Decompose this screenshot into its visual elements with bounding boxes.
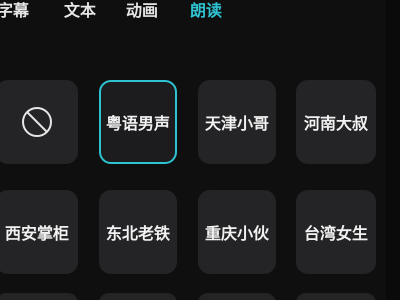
tab-text[interactable]: 文本: [64, 0, 96, 24]
text-voice-panel: 字幕 文本 动画 朗读 粤语男声 天津小哥 河南大叔 西安掌柜 东北老铁 重庆小…: [0, 0, 400, 300]
prohibited-icon: [22, 107, 52, 137]
voice-cantonese-male-tile[interactable]: 粤语男声: [99, 80, 177, 164]
tab-subtitles[interactable]: 字幕: [0, 0, 29, 24]
voice-northeast-buddy-tile[interactable]: 东北老铁: [99, 190, 177, 274]
voice-xian-shopkeeper-tile[interactable]: 西安掌柜: [0, 190, 78, 274]
voice-tile-partial[interactable]: [198, 293, 276, 300]
voice-label: 重庆小伙: [204, 224, 269, 243]
voice-label: 河南大叔: [303, 114, 368, 133]
voice-label: 台湾女生: [303, 224, 368, 243]
voice-taiwan-girl-tile[interactable]: 台湾女生: [296, 190, 376, 274]
voice-tile-partial[interactable]: [0, 293, 78, 300]
panel-edge: [386, 0, 400, 300]
tab-bar: 字幕 文本 动画 朗读: [0, 0, 400, 30]
tab-read-aloud[interactable]: 朗读: [190, 0, 222, 24]
voice-tile-partial[interactable]: [99, 293, 177, 300]
voice-label: 天津小哥: [204, 114, 269, 133]
voice-tianjin-guy-tile[interactable]: 天津小哥: [198, 80, 276, 164]
voice-label: 粤语男声: [105, 114, 170, 133]
voice-label: 东北老铁: [105, 224, 170, 243]
voice-tile-partial[interactable]: [296, 293, 376, 300]
voice-chongqing-guy-tile[interactable]: 重庆小伙: [198, 190, 276, 274]
voice-henan-uncle-tile[interactable]: 河南大叔: [296, 80, 376, 164]
voice-none-tile[interactable]: [0, 80, 78, 164]
tab-animation[interactable]: 动画: [126, 0, 158, 24]
voice-label: 西安掌柜: [4, 224, 69, 243]
